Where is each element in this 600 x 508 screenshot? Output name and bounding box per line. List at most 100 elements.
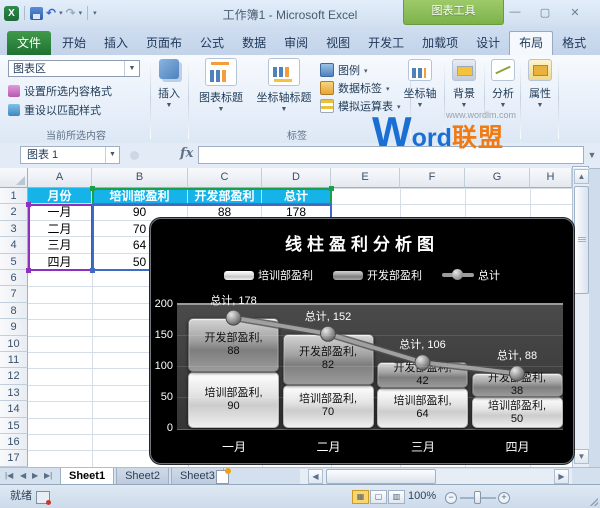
- ribbon-tab[interactable]: 视图: [317, 31, 359, 55]
- insert-worksheet-icon[interactable]: [216, 468, 231, 484]
- excel-icon[interactable]: X: [4, 5, 19, 21]
- zoom-out-icon[interactable]: −: [445, 492, 457, 504]
- vertical-scroll-thumb[interactable]: [574, 186, 589, 294]
- chevron-down-icon[interactable]: ▼: [124, 61, 139, 76]
- expand-formula-bar-icon[interactable]: ▼: [586, 146, 598, 164]
- minimize-icon[interactable]: —: [505, 6, 525, 18]
- zoom-slider-thumb[interactable]: [474, 491, 481, 504]
- customize-qat-icon[interactable]: ▾: [93, 9, 97, 17]
- vertical-scrollbar[interactable]: ▲ ▼: [572, 168, 589, 467]
- row-header[interactable]: 5: [0, 253, 28, 270]
- redo-caret-icon[interactable]: ▾: [79, 9, 83, 17]
- insert-button[interactable]: 插入 ▼: [152, 59, 186, 109]
- row-header[interactable]: 10: [0, 335, 28, 352]
- prev-sheet-icon[interactable]: ◀: [20, 468, 26, 484]
- column-header[interactable]: E: [331, 168, 400, 188]
- save-icon[interactable]: [30, 6, 43, 20]
- sheet-tab[interactable]: Sheet1: [60, 468, 115, 485]
- name-box[interactable]: 图表 1 ▼: [20, 146, 120, 164]
- row-header[interactable]: 1: [0, 188, 28, 205]
- zoom-in-icon[interactable]: +: [498, 492, 510, 504]
- close-icon[interactable]: ✕: [565, 6, 585, 19]
- properties-button[interactable]: 属性 ▼: [522, 59, 558, 109]
- row-header[interactable]: 17: [0, 450, 28, 467]
- data-labels-button[interactable]: 数据标签 ▾: [320, 80, 390, 96]
- last-sheet-icon[interactable]: ▶|: [44, 468, 52, 484]
- data-table-button[interactable]: 模拟运算表 ▾: [320, 98, 401, 114]
- window-title: 工作簿1 - Microsoft Excel: [222, 8, 358, 22]
- chart-title-button[interactable]: 图表标题 ▼: [192, 58, 250, 113]
- header-cell[interactable]: 月份: [28, 188, 92, 205]
- row-header[interactable]: 3: [0, 220, 28, 238]
- column-header[interactable]: B: [92, 168, 188, 188]
- page-layout-view-icon[interactable]: ▢: [370, 490, 387, 504]
- axis-titles-button[interactable]: 坐标轴标题 ▼: [252, 58, 316, 113]
- ribbon-tab[interactable]: 数据: [233, 31, 275, 55]
- ribbon-tab[interactable]: 开始: [53, 31, 95, 55]
- insert-function-icon[interactable]: fx: [180, 146, 193, 161]
- ribbon-tab[interactable]: 页面布: [137, 31, 191, 55]
- chart-elements-combobox[interactable]: 图表区 ▼: [8, 60, 140, 77]
- column-header[interactable]: F: [400, 168, 465, 188]
- record-macro-icon[interactable]: [36, 491, 51, 505]
- ribbon-tab[interactable]: 设计: [467, 31, 509, 55]
- formula-input[interactable]: [198, 146, 584, 164]
- chevron-down-icon[interactable]: ▼: [105, 147, 119, 163]
- ribbon-tab[interactable]: 开发工: [359, 31, 413, 55]
- row-header[interactable]: 15: [0, 417, 28, 434]
- tab-file[interactable]: 文件: [7, 31, 51, 55]
- resize-grip[interactable]: [590, 498, 598, 506]
- normal-view-icon[interactable]: ▦: [352, 490, 369, 504]
- scroll-up-icon[interactable]: ▲: [574, 169, 589, 184]
- sheet-tabs: Sheet1 Sheet2 Sheet3: [60, 468, 224, 485]
- scroll-down-icon[interactable]: ▼: [574, 449, 589, 464]
- legend-button[interactable]: 图例 ▾: [320, 62, 368, 78]
- y-axis-tick-label: 0: [166, 422, 173, 434]
- ribbon-tab[interactable]: 审阅: [275, 31, 317, 55]
- reset-style-button[interactable]: 重设以匹配样式: [8, 102, 101, 118]
- row-header[interactable]: 9: [0, 319, 28, 336]
- format-selection-button[interactable]: 设置所选内容格式: [8, 83, 112, 99]
- sheet-tab[interactable]: Sheet2: [116, 468, 169, 485]
- ribbon-tab[interactable]: 格式: [553, 31, 595, 55]
- page-break-view-icon[interactable]: ▥: [388, 490, 405, 504]
- first-sheet-icon[interactable]: |◀: [5, 468, 13, 484]
- ribbon-tab[interactable]: 加载项: [413, 31, 467, 55]
- ribbon-tab[interactable]: 布局: [509, 31, 554, 55]
- row-header[interactable]: 8: [0, 302, 28, 320]
- row-header[interactable]: 13: [0, 384, 28, 402]
- ribbon-tab[interactable]: 插入: [95, 31, 137, 55]
- column-header[interactable]: A: [28, 168, 92, 188]
- select-all-corner[interactable]: [0, 168, 28, 188]
- column-header[interactable]: H: [530, 168, 572, 188]
- row-header[interactable]: 2: [0, 204, 28, 221]
- column-header[interactable]: G: [465, 168, 530, 188]
- row-header[interactable]: 11: [0, 352, 28, 369]
- row-header[interactable]: 12: [0, 368, 28, 385]
- horizontal-scroll-thumb[interactable]: [326, 469, 436, 484]
- horizontal-scrollbar[interactable]: ◀ ▶: [300, 469, 572, 484]
- scroll-right-icon[interactable]: ▶: [554, 469, 569, 484]
- zoom-level: 100%: [408, 490, 437, 502]
- next-sheet-icon[interactable]: ▶: [32, 468, 38, 484]
- analysis-button[interactable]: 分析 ▼: [486, 59, 520, 109]
- row-header[interactable]: 4: [0, 237, 28, 254]
- chart-object[interactable]: 线柱盈利分析图 培训部盈利 开发部盈利 总计 培训部盈利, 90 开发部盈利, 88 总计,…: [150, 218, 574, 464]
- row-header[interactable]: 14: [0, 401, 28, 418]
- column-header[interactable]: C: [188, 168, 262, 188]
- chevron-down-icon: ▼: [416, 102, 424, 109]
- redo-icon[interactable]: ↷: [66, 7, 76, 19]
- status-mode: 就绪: [10, 490, 32, 502]
- scroll-left-icon[interactable]: ◀: [308, 469, 323, 484]
- ribbon-tab[interactable]: 公式: [191, 31, 233, 55]
- row-header[interactable]: 6: [0, 270, 28, 287]
- undo-icon[interactable]: ↶: [46, 7, 56, 19]
- row-header[interactable]: 16: [0, 434, 28, 451]
- column-header[interactable]: D: [262, 168, 331, 188]
- undo-caret-icon[interactable]: ▾: [59, 9, 63, 17]
- background-button[interactable]: 背景 ▼: [446, 59, 482, 109]
- axes-button[interactable]: 坐标轴 ▼: [398, 59, 442, 109]
- properties-icon: [528, 59, 552, 81]
- row-header[interactable]: 7: [0, 286, 28, 303]
- restore-icon[interactable]: ▢: [535, 6, 555, 19]
